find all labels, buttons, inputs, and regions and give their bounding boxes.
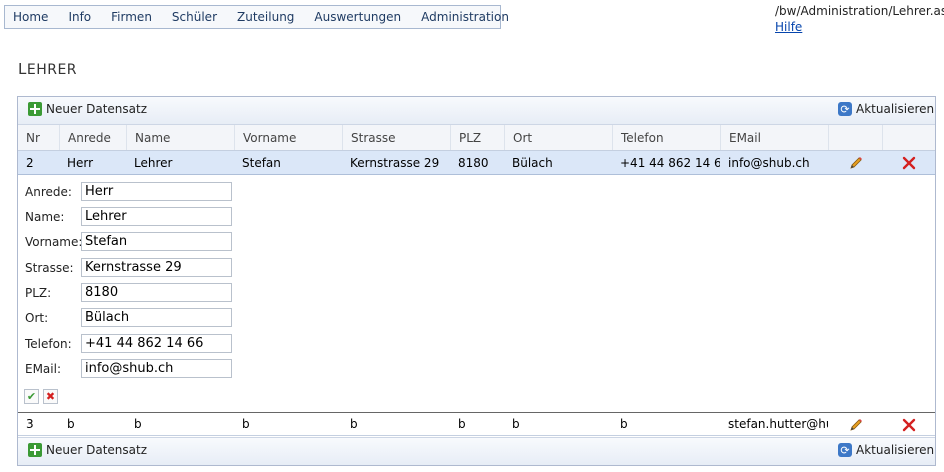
command-bar-bottom: Neuer Datensatz ⟳ Aktualisieren	[18, 437, 935, 465]
cell-vorname: b	[242, 417, 250, 431]
new-record-label: Neuer Datensatz	[46, 102, 147, 116]
plus-icon	[28, 102, 42, 116]
refresh-label: Aktualisieren	[856, 443, 935, 457]
cell-name: b	[134, 417, 142, 431]
refresh-button-bottom[interactable]: ⟳ Aktualisieren	[838, 443, 934, 457]
label-email: EMail:	[25, 362, 61, 376]
delete-x-icon[interactable]	[901, 417, 917, 433]
help-link[interactable]: Hilfe	[775, 20, 802, 34]
column-header-email[interactable]: EMail	[720, 125, 828, 150]
cell-nr: 3	[26, 417, 34, 431]
delete-x-icon[interactable]	[901, 155, 917, 171]
nav-item-home[interactable]: Home	[5, 10, 60, 24]
table-row[interactable]: 3 b b b b b b b stefan.hutter@hutt	[18, 412, 935, 436]
cell-anrede: Herr	[67, 155, 94, 170]
page-path: /bw/Administration/Lehrer.asp	[775, 4, 944, 18]
cell-strasse: Kernstrasse 29	[350, 155, 440, 170]
column-header-vorname[interactable]: Vorname	[234, 125, 342, 150]
column-header-nr[interactable]: Nr	[18, 125, 59, 150]
command-bar-top: Neuer Datensatz ⟳ Aktualisieren	[18, 97, 935, 125]
cancel-button[interactable]: ✖	[43, 389, 58, 404]
column-header-edit	[828, 125, 882, 150]
cell-plz: 8180	[458, 155, 489, 170]
label-vorname: Vorname:	[25, 235, 83, 249]
column-header-anrede[interactable]: Anrede	[59, 125, 126, 150]
telefon-input[interactable]	[81, 334, 232, 353]
cell-email: stefan.hutter@hutt	[728, 417, 828, 431]
new-record-label: Neuer Datensatz	[46, 443, 147, 457]
page-title-rest: EHRER	[26, 62, 78, 78]
column-header-ort[interactable]: Ort	[504, 125, 612, 150]
nav-item-zuteilung[interactable]: Zuteilung	[229, 10, 306, 24]
refresh-icon: ⟳	[838, 443, 852, 457]
name-input[interactable]	[81, 207, 232, 226]
new-record-button-top[interactable]: Neuer Datensatz	[28, 102, 147, 116]
pencil-icon[interactable]	[848, 417, 864, 433]
nav-item-schueler[interactable]: Schüler	[164, 10, 229, 24]
cell-email: info@shub.ch	[728, 155, 810, 170]
cell-name: Lehrer	[134, 155, 173, 170]
page-title-initial: L	[18, 60, 27, 78]
top-nav: Home Info Firmen Schüler Zuteilung Auswe…	[4, 5, 509, 29]
refresh-icon: ⟳	[838, 102, 852, 116]
label-name: Name:	[25, 210, 65, 224]
nav-item-firmen[interactable]: Firmen	[103, 10, 164, 24]
check-icon: ✔	[26, 390, 37, 403]
edit-form: Anrede: Name: Vorname: Strasse: PLZ: Ort…	[18, 175, 935, 411]
nav-item-auswertungen[interactable]: Auswertungen	[306, 10, 413, 24]
teachers-grid: Neuer Datensatz ⟳ Aktualisieren Nr Anred…	[17, 96, 936, 466]
column-header-plz[interactable]: PLZ	[450, 125, 504, 150]
column-header-name[interactable]: Name	[126, 125, 234, 150]
label-anrede: Anrede:	[25, 185, 72, 199]
label-plz: PLZ:	[25, 286, 52, 300]
vorname-input[interactable]	[81, 232, 232, 251]
nav-item-administration[interactable]: Administration	[413, 10, 521, 24]
cell-ort: Bülach	[512, 155, 553, 170]
cell-plz: b	[458, 417, 466, 431]
ort-input[interactable]	[81, 308, 232, 327]
strasse-input[interactable]	[81, 258, 232, 277]
column-header-delete	[882, 125, 935, 150]
save-button[interactable]: ✔	[24, 389, 39, 404]
cell-telefon: b	[620, 417, 628, 431]
cell-strasse: b	[350, 417, 358, 431]
grid-header: Nr Anrede Name Vorname Strasse PLZ Ort T…	[18, 125, 935, 151]
email-input[interactable]	[81, 359, 232, 378]
pencil-icon[interactable]	[848, 155, 864, 171]
cell-telefon: +41 44 862 14 66	[620, 155, 720, 170]
plz-input[interactable]	[81, 283, 232, 302]
column-header-telefon[interactable]: Telefon	[612, 125, 720, 150]
column-header-strasse[interactable]: Strasse	[342, 125, 450, 150]
cross-icon: ✖	[45, 390, 56, 403]
new-record-button-bottom[interactable]: Neuer Datensatz	[28, 443, 147, 457]
plus-icon	[28, 443, 42, 457]
cell-anrede: b	[67, 417, 75, 431]
label-telefon: Telefon:	[25, 337, 72, 351]
cell-nr: 2	[26, 155, 34, 170]
cell-ort: b	[512, 417, 520, 431]
label-strasse: Strasse:	[25, 261, 74, 275]
refresh-label: Aktualisieren	[856, 102, 935, 116]
anrede-input[interactable]	[81, 182, 232, 201]
label-ort: Ort:	[25, 311, 49, 325]
table-row[interactable]: 2 Herr Lehrer Stefan Kernstrasse 29 8180…	[18, 151, 935, 175]
page-title: LEHRER	[18, 60, 77, 78]
cell-vorname: Stefan	[242, 155, 281, 170]
refresh-button-top[interactable]: ⟳ Aktualisieren	[838, 102, 934, 116]
nav-item-info[interactable]: Info	[60, 10, 103, 24]
